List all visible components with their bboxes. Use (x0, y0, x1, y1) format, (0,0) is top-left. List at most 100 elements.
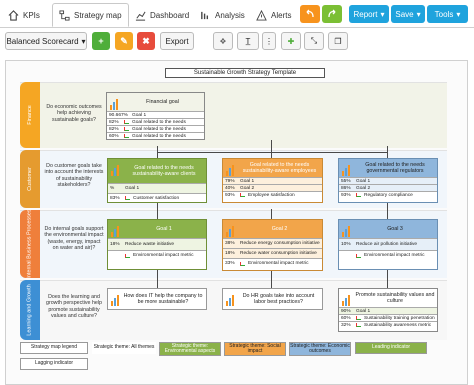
card-row[interactable]: 55% Goal 1 (339, 177, 437, 184)
card-row[interactable]: 38% Reduce energy consumption initiative (223, 238, 322, 248)
card-header: Goal 2 (223, 220, 322, 238)
customer-goal-card-2[interactable]: Goal related to the needs sustainability… (222, 158, 323, 203)
customer-goal-card-1[interactable]: Goal related to the needs sustainability… (107, 158, 207, 203)
card-row[interactable]: 82% Goal related to the needs (107, 118, 204, 125)
tab-dashboard[interactable]: Dashboard (135, 3, 189, 27)
learning-note-1[interactable]: How does IT help the company to be more … (107, 288, 207, 310)
row-label: Employee satisfaction (248, 192, 295, 198)
card-row[interactable]: Environmental impact metric (339, 250, 437, 260)
tab-strategy-map[interactable]: Strategy map (52, 3, 129, 27)
app-root: KPIs Strategy map Dashboard Analysis Ale… (0, 0, 474, 385)
card-row[interactable]: 83% Customer satisfaction (108, 193, 206, 202)
connector-line (387, 203, 388, 219)
lane-learning-tab: Learning and Growth (20, 280, 40, 340)
edit-button[interactable]: ✎ (115, 32, 133, 50)
card-row[interactable]: 18% Reduce waste initiative (108, 238, 206, 250)
card-row[interactable]: 60% Goal related to the needs (107, 132, 204, 139)
card-row[interactable]: 90.667% Goal 1 (107, 111, 204, 118)
card-row[interactable]: 90% Goal 1 (339, 307, 437, 314)
row-label: Goal 1 (356, 308, 371, 314)
card-row[interactable]: 93% Employee satisfaction (223, 191, 322, 198)
row-value: 55% (341, 178, 351, 184)
trend-icon (124, 120, 129, 124)
row-label: Customer satisfaction (133, 195, 180, 201)
card-row[interactable]: % Goal 1 (108, 183, 206, 193)
card-row[interactable]: 93% Regulatory compliance (339, 191, 437, 198)
row-value: 93% (341, 192, 351, 198)
layout-button[interactable]: ❖ (213, 32, 233, 50)
save-menu-button[interactable]: Save ▾ (391, 5, 425, 23)
process-goal-card-2[interactable]: Goal 2 38% Reduce energy consumption init… (222, 219, 323, 271)
connector-line (387, 270, 388, 288)
process-goal-card-1[interactable]: Goal 1 18% Reduce waste initiative Enviro… (107, 219, 207, 270)
lane-finance-question: Do economic outcomes help achieving sust… (46, 104, 102, 123)
legend-lagging: Lagging indicator (20, 358, 88, 370)
process-goal-card-3[interactable]: Goal 3 10% Reduce air pollution initiativ… (338, 219, 438, 270)
row-label: Sustainability training penetration (364, 315, 435, 321)
caret-down-icon: ▾ (456, 9, 461, 19)
connector-line (157, 152, 388, 153)
connector-button[interactable]: ⤡ (304, 32, 324, 50)
card-row[interactable]: 82% Goal related to the needs (107, 125, 204, 132)
redo-button[interactable] (322, 5, 342, 23)
copy-button[interactable]: ❐ (328, 32, 348, 50)
card-row[interactable]: 10% Reduce air pollution initiative (339, 238, 437, 250)
row-label: Reduce water consumption initiative (240, 251, 317, 256)
tab-kpis[interactable]: KPIs (8, 3, 40, 27)
trend-icon (125, 253, 130, 258)
tools-menu-button[interactable]: Tools ▾ (427, 5, 468, 23)
row-value: 18% (225, 251, 235, 256)
trend-icon (125, 196, 130, 200)
card-row[interactable]: 18% Reduce water consumption initiative (223, 248, 322, 258)
add-button[interactable]: + (92, 32, 110, 50)
delete-button[interactable]: ✖ (137, 32, 155, 50)
financial-goal-card[interactable]: Financial goal 90.667% Goal 1 82% Goal rel… (106, 92, 205, 140)
row-value: 83% (110, 195, 120, 201)
kpi-chart-icon (226, 294, 234, 306)
row-value: 38% (225, 241, 235, 246)
trend-icon (124, 127, 129, 131)
legend-environmental: Strategic theme: Environmental aspects (159, 342, 221, 356)
row-label: Reduce energy consumption initiative (240, 241, 320, 246)
kpi-chart-icon (111, 164, 119, 176)
card-row[interactable]: Environmental impact metric (108, 250, 206, 260)
learning-goal-card[interactable]: Promote sustainability values and cultur… (338, 288, 438, 332)
row-value: 90% (341, 308, 351, 314)
connector-line (271, 209, 272, 219)
lane-finance-tab: Finance (20, 82, 40, 148)
tab-kpis-label: KPIs (23, 10, 40, 20)
export-button[interactable]: Export (160, 32, 194, 50)
card-row[interactable]: 86% Goal 2 (339, 184, 437, 191)
plus-icon: + (98, 36, 104, 46)
tab-alerts[interactable]: Alerts (256, 3, 291, 27)
learning-note-2[interactable]: Do HR goals take into account labor best… (222, 288, 323, 310)
text-format-button[interactable]: T̲ (237, 32, 259, 50)
card-row[interactable]: 40% Goal 2 (223, 184, 322, 191)
report-menu-button[interactable]: Report ▾ (349, 5, 389, 23)
add-object-button[interactable]: ✚ (281, 32, 301, 50)
tab-analysis[interactable]: Analysis (200, 3, 245, 27)
trend-icon (124, 134, 129, 138)
undo-icon (306, 9, 314, 18)
card-row[interactable]: 32% Sustainability awareness metric (339, 321, 437, 328)
caret-down-icon: ▾ (81, 36, 86, 46)
report-label: Report (353, 9, 378, 19)
card-header: Goal related to the needs sustainability… (108, 159, 206, 183)
card-row[interactable]: 60% Sustainability training penetration (339, 314, 437, 321)
card-row[interactable]: 79% Goal 1 (223, 177, 322, 184)
card-row[interactable]: 33% Environmental impact metric (223, 258, 322, 268)
row-value: 10% (341, 242, 351, 247)
options-button[interactable]: ⋮ (262, 32, 276, 50)
card-header: Goal 1 (108, 220, 206, 238)
legend-leading: Leading indicator (355, 342, 427, 354)
layout-icon: ❖ (219, 36, 227, 46)
scorecard-select[interactable]: Balanced Scorecard ▾ (5, 32, 87, 50)
trend-icon (356, 316, 361, 320)
card-title: Goal 3 (387, 226, 403, 232)
row-value: 82% (109, 119, 119, 125)
row-label: Goal related to the needs (132, 126, 186, 132)
kpi-chart-icon (111, 294, 119, 306)
kpi-chart-icon (342, 164, 350, 176)
undo-button[interactable] (300, 5, 320, 23)
customer-goal-card-3[interactable]: Goal related to the needs governmental r… (338, 158, 438, 203)
